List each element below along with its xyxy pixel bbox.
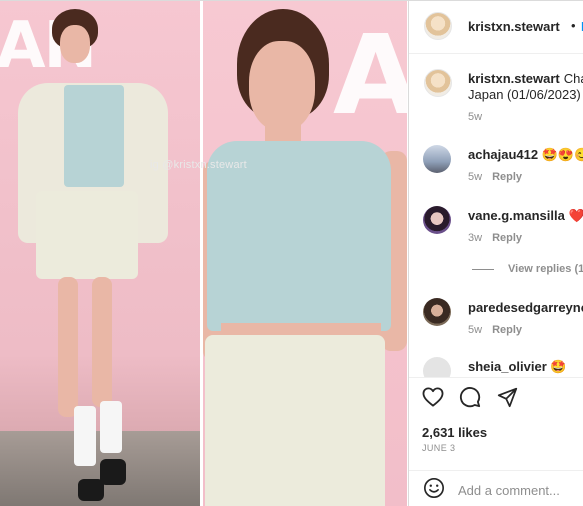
- post-actions: 2,631 likes JUNE 3 Add a comment...: [409, 377, 583, 504]
- comment-row: achajau412 🤩😍😊: [468, 147, 583, 163]
- comment-username[interactable]: achajau412: [468, 147, 538, 162]
- share-icon[interactable]: [497, 387, 518, 408]
- view-replies-button[interactable]: View replies (1): [472, 263, 583, 275]
- post-header: kristxn.stewart • Fo: [409, 1, 583, 54]
- comment-username[interactable]: paredesedgarreyno: [468, 300, 583, 315]
- comment-meta: 5w Reply: [468, 324, 522, 336]
- caption-username[interactable]: kristxn.stewart: [468, 71, 560, 86]
- comment-text: 🤩: [550, 359, 567, 374]
- comment-meta: 3w Reply: [468, 232, 522, 244]
- reply-button[interactable]: Reply: [492, 232, 522, 244]
- heart-icon[interactable]: [422, 387, 444, 407]
- header-avatar[interactable]: [424, 12, 452, 40]
- comment-age: 5w: [468, 171, 483, 183]
- comment-avatar[interactable]: [423, 298, 451, 326]
- instagram-post-modal: AN A ig @kristxn.stewart kristxn.stewart…: [0, 0, 583, 506]
- comment-text: 🤩😍😊: [541, 147, 583, 162]
- comment-meta: 5w Reply: [468, 171, 522, 183]
- comment-age: 5w: [468, 324, 483, 336]
- comment-avatar[interactable]: [423, 206, 451, 234]
- closeup-skirt: [205, 335, 385, 506]
- post-date: JUNE 3: [422, 443, 456, 453]
- reply-button[interactable]: Reply: [492, 324, 522, 336]
- comment-row: vane.g.mansilla ❤️❤: [468, 208, 583, 224]
- figure-sock-right: [100, 401, 122, 453]
- caption: kristxn.stewartChanel Japan (01/06/2023): [468, 71, 583, 103]
- figure-sock-left: [74, 406, 96, 466]
- photo-panel-closeup: A: [203, 1, 407, 506]
- comment-age: 3w: [468, 232, 483, 244]
- figure-face: [60, 25, 90, 63]
- add-comment-bar: Add a comment...: [409, 470, 583, 505]
- view-replies-line: [472, 268, 494, 270]
- photo-panel-full-body: AN: [0, 1, 200, 506]
- comment-avatar[interactable]: [423, 145, 451, 173]
- figure-skirt: [36, 191, 138, 279]
- comment-username[interactable]: vane.g.mansilla: [468, 208, 565, 223]
- comment-text: ❤️❤: [568, 208, 583, 223]
- photo-watermark: ig @kristxn.stewart: [150, 159, 247, 171]
- reply-button[interactable]: Reply: [492, 171, 522, 183]
- post-side-panel: kristxn.stewart • Fo kristxn.stewartChan…: [408, 1, 583, 506]
- figure-leg-right: [92, 277, 112, 407]
- backdrop-letters-right: A: [333, 11, 407, 139]
- figure-shoe-right: [100, 459, 126, 485]
- figure-top: [64, 85, 124, 187]
- view-replies-label: View replies (1): [508, 263, 583, 275]
- comment-row: paredesedgarreyno: [468, 300, 583, 315]
- figure-leg-left: [58, 277, 78, 417]
- header-separator: •: [571, 18, 576, 33]
- emoji-icon[interactable]: [423, 477, 445, 499]
- caption-age: 5w: [468, 111, 483, 123]
- closeup-face: [249, 41, 315, 131]
- header-username[interactable]: kristxn.stewart: [468, 19, 560, 34]
- add-comment-input[interactable]: Add a comment...: [458, 483, 560, 498]
- comment-username[interactable]: sheia_olivier: [468, 359, 547, 374]
- post-photo[interactable]: AN A ig @kristxn.stewart: [0, 1, 407, 506]
- comment-icon[interactable]: [459, 386, 481, 408]
- caption-avatar[interactable]: [424, 69, 452, 97]
- likes-count[interactable]: 2,631 likes: [422, 425, 487, 440]
- comment-row: sheia_olivier 🤩: [468, 359, 567, 375]
